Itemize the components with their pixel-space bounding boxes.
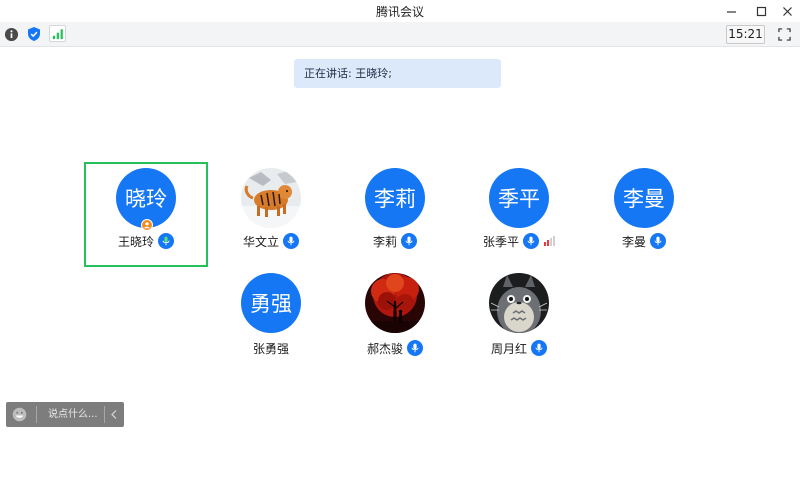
divider [104,406,105,423]
close-button[interactable] [774,0,800,22]
security-button[interactable] [26,26,42,42]
mic-speaking-icon[interactable] [158,233,174,249]
participant-name: 张季平 [482,234,519,249]
avatar: 李曼 [614,168,674,228]
shield-icon [28,27,40,41]
participant-tile[interactable]: 季平 张季平 [457,164,581,269]
avatar: 季平 [489,168,549,228]
tiger-photo-icon [241,168,301,228]
maximize-button[interactable] [748,0,774,22]
participant-name: 王晓玲 [117,234,154,249]
mic-icon[interactable] [407,340,423,356]
participant-name: 李曼 [621,234,646,249]
mic-icon[interactable] [401,233,417,249]
fullscreen-icon [777,27,791,41]
avatar: 勇强 [241,273,301,333]
participant-name: 郝杰骏 [366,341,403,356]
avatar [241,168,301,228]
red-tree-photo-icon [365,273,425,333]
participant-tile[interactable]: 周月红 [457,269,581,374]
minimize-icon [726,10,736,13]
close-icon [782,6,792,16]
emoji-icon [12,407,27,422]
window-title: 腾讯会议 [375,5,424,19]
participant-tile[interactable]: 李莉 李莉 [333,164,457,269]
network-signal-button[interactable] [49,25,66,42]
info-icon [4,27,18,41]
avatar [489,273,549,333]
meeting-toolbar: 15:21 [0,22,800,47]
participant-tile[interactable]: 郝杰骏 [333,269,457,374]
title-bar: 腾讯会议 [0,0,800,22]
fullscreen-button[interactable] [776,26,792,42]
participant-tile[interactable]: 华文立 [209,164,333,269]
participant-name: 李莉 [372,234,397,249]
avatar [365,273,425,333]
mic-icon[interactable] [283,233,299,249]
chevron-left-icon [111,410,117,419]
divider [36,406,37,423]
mic-icon[interactable] [650,233,666,249]
participant-name: 周月红 [490,341,527,356]
maximize-icon [756,6,766,16]
host-badge-icon [141,219,153,231]
signal-icon [52,28,63,39]
participant-tile[interactable]: 李曼 李曼 [582,164,706,269]
minimize-button[interactable] [718,0,744,22]
chat-collapse-button[interactable] [108,408,120,421]
participant-name: 华文立 [242,234,279,249]
avatar: 李莉 [365,168,425,228]
meeting-clock: 15:21 [726,25,765,44]
mic-icon[interactable] [531,340,547,356]
weak-signal-icon [544,236,555,246]
info-button[interactable] [3,26,19,42]
speaking-indicator: 正在讲话: 王晓玲; [294,59,501,88]
mic-icon[interactable] [523,233,539,249]
emoji-button[interactable] [12,407,27,422]
participant-name: 张勇强 [252,341,289,356]
chat-input[interactable]: 说点什么... [42,402,102,427]
chat-bar: 说点什么... [6,402,124,427]
participant-tile[interactable]: 勇强 张勇强 [209,269,333,374]
participant-tile[interactable]: 晓玲 王晓玲 [84,162,208,267]
meeting-window: 腾讯会议 15:21 正在讲话: 王晓玲; 晓玲 王晓玲 华文立 李莉 李莉 季… [0,0,800,481]
totoro-photo-icon [489,273,549,333]
